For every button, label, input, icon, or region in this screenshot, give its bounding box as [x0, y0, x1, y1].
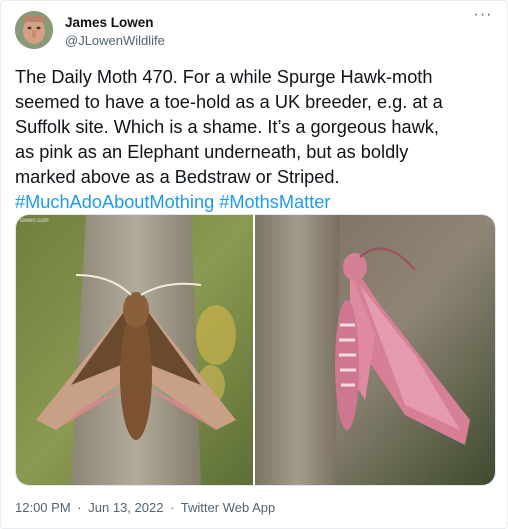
moth-underside-image: [255, 215, 495, 485]
photo-credit: lowen.com: [20, 218, 49, 224]
hashtag-link[interactable]: #MuchAdoAboutMothing: [15, 192, 214, 212]
moth-photo-upperside[interactable]: lowen.com: [16, 215, 253, 485]
author-avatar[interactable]: [15, 11, 53, 49]
author-name[interactable]: James Lowen: [65, 15, 154, 30]
more-dots-icon[interactable]: ···: [471, 7, 495, 29]
tweet-source-app[interactable]: Twitter Web App: [181, 500, 275, 515]
tweet-text-line: as pink as an Elephant underneath, but a…: [15, 142, 409, 162]
author-handle[interactable]: @JLowenWildlife: [65, 33, 165, 48]
tweet-text-line: The Daily Moth 470. For a while Spurge H…: [15, 67, 433, 87]
tweet-text-line: seemed to have a toe-hold as a UK breede…: [15, 92, 443, 112]
moth-photo-underside[interactable]: [255, 215, 495, 485]
tweet-text: The Daily Moth 470. For a while Spurge H…: [15, 65, 495, 215]
tweet-footer: 12:00 PM · Jun 13, 2022 · Twitter Web Ap…: [15, 500, 275, 515]
footer-separator: ·: [170, 500, 175, 515]
footer-separator: ·: [77, 500, 82, 515]
hashtag-line: #MuchAdoAboutMothing #MothsMatter: [15, 190, 495, 215]
tweet-card: James Lowen @JLowenWildlife ··· The Dail…: [0, 0, 508, 529]
tweet-time[interactable]: 12:00 PM: [15, 500, 71, 515]
tweet-date[interactable]: Jun 13, 2022: [88, 500, 163, 515]
tweet-text-line: Suffolk site. Which is a shame. It’s a g…: [15, 117, 439, 137]
media-grid: lowen.com: [15, 214, 496, 486]
hashtag-link[interactable]: #MothsMatter: [219, 192, 330, 212]
user-avatar-icon: [15, 11, 53, 49]
tweet-text-line: marked above as a Bedstraw or Striped.: [15, 167, 340, 187]
moth-upperside-image: [16, 215, 253, 485]
